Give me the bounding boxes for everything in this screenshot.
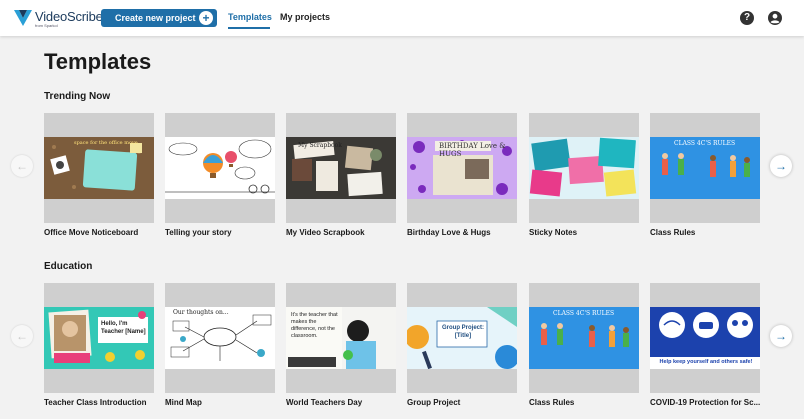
thumbnail-illustration [44, 307, 154, 369]
template-card[interactable]: Group Project: [Title] [407, 283, 517, 393]
trending-next-arrow[interactable]: → [770, 155, 792, 177]
template-card-label[interactable]: Birthday Love & Hugs [407, 228, 519, 237]
trending-prev-arrow[interactable]: ← [11, 155, 33, 177]
logo-text: VideoScribe [35, 9, 103, 24]
template-thumbnail [529, 137, 639, 199]
template-card-label[interactable]: Group Project [407, 398, 519, 407]
thumbnail-caption: Help keep yourself and others safe! [659, 359, 753, 365]
template-card-label[interactable]: Class Rules [650, 228, 762, 237]
thumbnail-caption: BIRTHDAY Love & HUGS [439, 142, 506, 158]
template-thumbnail: It's the teacher that makes the differen… [286, 307, 396, 369]
thumbnail-caption: Hello, I'm Teacher [Name] [101, 321, 146, 335]
thumbnail-caption: It's the teacher that makes the differen… [291, 312, 338, 339]
template-thumbnail: CLASS 4C'S RULES [650, 137, 760, 199]
template-card-label[interactable]: COVID-19 Protection for Sc... [650, 398, 762, 407]
template-thumbnail: My Scrapbook [286, 137, 396, 199]
template-thumbnail: space for the office move [44, 137, 154, 199]
template-thumbnail: Group Project: [Title] [407, 307, 517, 369]
template-card-label[interactable]: Sticky Notes [529, 228, 641, 237]
plus-icon: + [199, 11, 213, 25]
template-thumbnail [165, 137, 275, 199]
education-prev-arrow[interactable]: ← [11, 325, 33, 347]
template-card[interactable]: Hello, I'm Teacher [Name] [44, 283, 154, 393]
template-thumbnail: Our thoughts on... [165, 307, 275, 369]
section-title-trending: Trending Now [44, 91, 111, 102]
template-thumbnail: Hello, I'm Teacher [Name] [44, 307, 154, 369]
thumbnail-caption: Group Project: [Title] [441, 325, 484, 339]
template-card[interactable]: It's the teacher that makes the differen… [286, 283, 396, 393]
create-new-project-button[interactable]: Create new project + [101, 9, 217, 27]
template-card[interactable]: BIRTHDAY Love & HUGS [407, 113, 517, 223]
template-card[interactable]: Our thoughts on... [165, 283, 275, 393]
template-card[interactable] [165, 113, 275, 223]
template-thumbnail: BIRTHDAY Love & HUGS [407, 137, 517, 199]
template-thumbnail: Help keep yourself and others safe! [650, 307, 760, 369]
thumbnail-caption: CLASS 4C'S RULES [674, 140, 736, 147]
template-card[interactable]: CLASS 4C'S RULES [650, 113, 760, 223]
education-next-arrow[interactable]: → [770, 325, 792, 347]
template-card-label[interactable]: Mind Map [165, 398, 277, 407]
active-tab-indicator [228, 27, 270, 29]
thumbnail-caption: Our thoughts on... [173, 309, 229, 316]
template-card-label[interactable]: World Teachers Day [286, 398, 398, 407]
thumbnail-illustration [44, 137, 154, 199]
thumbnail-illustration [165, 307, 275, 369]
thumbnail-caption: space for the office move [74, 140, 138, 146]
logo-subtext: from Sparkol [35, 23, 58, 28]
help-icon[interactable]: ? [740, 11, 754, 25]
template-card-label[interactable]: Telling your story [165, 228, 277, 237]
thumbnail-caption: CLASS 4C'S RULES [553, 310, 615, 317]
create-new-project-label: Create new project [115, 13, 196, 23]
page-title: Templates [44, 49, 152, 74]
template-card[interactable]: space for the office move [44, 113, 154, 223]
account-icon[interactable] [768, 11, 782, 25]
template-card[interactable]: Help keep yourself and others safe! [650, 283, 760, 393]
template-thumbnail: CLASS 4C'S RULES [529, 307, 639, 369]
template-card[interactable]: My Scrapbook [286, 113, 396, 223]
template-card-label[interactable]: Class Rules [529, 398, 641, 407]
template-card-label[interactable]: Office Move Noticeboard [44, 228, 156, 237]
thumbnail-illustration [529, 137, 639, 199]
tab-templates[interactable]: Templates [228, 12, 272, 22]
thumbnail-illustration [165, 137, 275, 199]
template-card-label[interactable]: My Video Scrapbook [286, 228, 398, 237]
tab-my-projects[interactable]: My projects [280, 12, 330, 22]
top-bar: VideoScribe from Sparkol Create new proj… [0, 0, 804, 36]
section-title-education: Education [44, 261, 93, 272]
videoscribe-logo[interactable]: VideoScribe from Sparkol [14, 8, 103, 30]
template-card[interactable] [529, 113, 639, 223]
template-card-label[interactable]: Teacher Class Introduction [44, 398, 156, 407]
logo-mark-icon [14, 10, 32, 26]
template-card[interactable]: CLASS 4C'S RULES [529, 283, 639, 393]
thumbnail-caption: My Scrapbook [298, 142, 342, 149]
